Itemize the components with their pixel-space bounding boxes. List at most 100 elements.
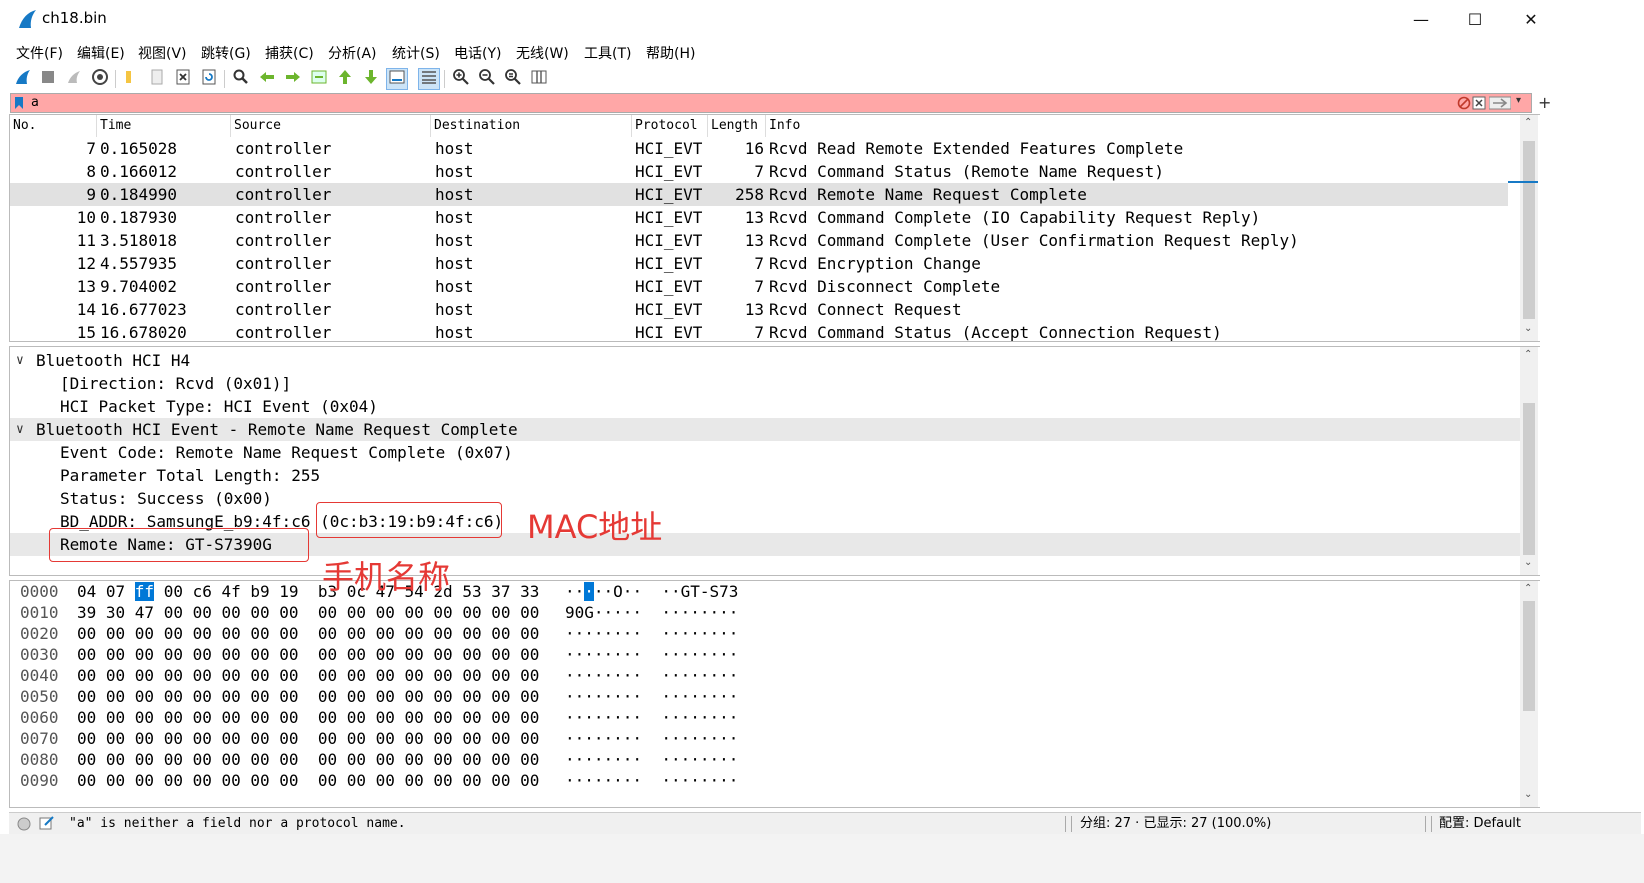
cell-source: controller — [235, 254, 332, 273]
arrow-right-icon — [284, 68, 302, 90]
start-capture-button[interactable] — [12, 68, 34, 90]
capture-options-button[interactable] — [89, 68, 111, 90]
tree-item[interactable]: ∨ Bluetooth HCI Event - Remote Name Reque… — [10, 418, 1538, 441]
menu-view[interactable]: 视图(V) — [138, 43, 187, 63]
menu-wireless[interactable]: 无线(W) — [516, 43, 569, 63]
zoom-out-icon — [478, 68, 496, 90]
zoom-out-button[interactable] — [476, 68, 498, 90]
scroll-thumb[interactable] — [1523, 601, 1535, 711]
table-row[interactable]: 8 0.166012 controller host HCI_EVT 7 Rcvd Comm… — [10, 160, 1508, 183]
tree-item[interactable]: [Direction: Rcvd (0x01)] — [10, 372, 1538, 395]
phone-name-annotation: 手机名称 — [322, 558, 451, 596]
col-source[interactable]: Source — [231, 115, 431, 137]
scroll-up-icon[interactable]: ⌃ — [1524, 349, 1532, 360]
scroll-thumb[interactable] — [1523, 403, 1535, 555]
close-file-button[interactable] — [172, 68, 194, 90]
minimize-button[interactable]: — — [1392, 0, 1450, 38]
first-packet-button[interactable] — [334, 68, 356, 90]
menu-analyze[interactable]: 分析(A) — [328, 43, 377, 63]
hex-ascii: ········ ········ — [565, 687, 739, 706]
menu-file[interactable]: 文件(F) — [16, 43, 63, 63]
save-file-button[interactable] — [146, 68, 168, 90]
hex-bytes: 00 00 00 00 00 00 00 00 00 00 00 00 00 0… — [77, 729, 540, 748]
resize-columns-button[interactable] — [528, 68, 550, 90]
tree-item-label: Status: Success (0x00) — [60, 489, 272, 508]
autoscroll-button[interactable] — [386, 68, 408, 90]
scroll-down-icon[interactable]: ⌄ — [1524, 557, 1532, 568]
cell-no: 11 — [76, 231, 96, 250]
col-info[interactable]: Info — [766, 115, 1508, 137]
table-row[interactable]: 15 16.678020 controller host HCI_EVT 7 Rcvd Co… — [10, 321, 1508, 342]
menu-tools[interactable]: 工具(T) — [584, 43, 631, 63]
last-packet-button[interactable] — [360, 68, 382, 90]
profile-label[interactable]: 配置: Default — [1439, 813, 1521, 835]
tree-item[interactable]: Parameter Total Length: 255 — [10, 464, 1538, 487]
packet-list-scrollbar[interactable]: ⌃ ⌄ — [1520, 115, 1538, 341]
col-destination[interactable]: Destination — [431, 115, 632, 137]
menu-help[interactable]: 帮助(H) — [646, 43, 695, 63]
cell-protocol: HCI_EVT — [635, 231, 703, 250]
cell-protocol: HCI_EVT — [635, 208, 703, 227]
menu-go[interactable]: 跳转(G) — [201, 43, 251, 63]
table-row[interactable]: 12 4.557935 controller host HCI_EVT 7 Rcvd Enc… — [10, 252, 1508, 275]
scroll-down-icon[interactable]: ⌄ — [1524, 789, 1532, 800]
menu-capture[interactable]: 捕获(C) — [265, 43, 314, 63]
bookmark-icon[interactable] — [14, 95, 24, 114]
menu-statistics[interactable]: 统计(S) — [392, 43, 440, 63]
zoom-in-button[interactable] — [450, 68, 472, 90]
cell-length: 258 — [735, 185, 764, 204]
tree-item[interactable]: Event Code: Remote Name Request Complete… — [10, 441, 1538, 464]
col-time[interactable]: Time — [97, 115, 231, 137]
scroll-up-icon[interactable]: ⌃ — [1524, 583, 1532, 594]
maximize-button[interactable]: ☐ — [1446, 0, 1504, 38]
menu-edit[interactable]: 编辑(E) — [77, 43, 125, 63]
colorize-button[interactable] — [418, 68, 440, 90]
chevron-down-icon[interactable]: ∨ — [16, 349, 24, 372]
arrow-left-icon — [258, 68, 276, 90]
cell-length: 7 — [754, 162, 764, 181]
table-row[interactable]: 9 0.184990 controller host HCI_EVT 258 Rcvd Re… — [10, 183, 1508, 206]
open-file-button[interactable] — [120, 68, 142, 90]
filter-dropdown-icon[interactable]: ▾ — [1516, 95, 1521, 106]
cell-info: Rcvd Command Status (Remote Name Request… — [769, 162, 1164, 181]
go-back-button[interactable] — [256, 68, 278, 90]
col-no[interactable]: No. — [10, 115, 97, 137]
menu-telephony[interactable]: 电话(Y) — [454, 43, 501, 63]
cell-info: Rcvd Remote Name Request Complete — [769, 185, 1087, 204]
table-row[interactable]: 11 3.518018 controller host HCI_EVT 13 Rcvd Co… — [10, 229, 1508, 252]
add-filter-button-icon[interactable]: + — [1538, 93, 1551, 112]
col-protocol[interactable]: Protocol — [632, 115, 708, 137]
gear-icon — [91, 68, 109, 90]
apply-filter-icon[interactable] — [1488, 95, 1512, 114]
tree-item[interactable]: ∨ Bluetooth HCI H4 — [10, 349, 1538, 372]
tree-item[interactable]: Status: Success (0x00) — [10, 487, 1538, 510]
bytes-scrollbar[interactable]: ⌃ ⌄ — [1520, 581, 1538, 807]
tree-item[interactable]: HCI Packet Type: HCI Event (0x04) — [10, 395, 1538, 418]
clear-filter-icon[interactable] — [1457, 95, 1471, 114]
go-to-packet-button[interactable] — [308, 68, 330, 90]
packet-list-minimap-marker — [1508, 181, 1538, 183]
table-row[interactable]: 13 9.704002 controller host HCI_EVT 7 Rcvd Dis… — [10, 275, 1508, 298]
stop-capture-button[interactable] — [37, 68, 59, 90]
zoom-normal-button[interactable] — [502, 68, 524, 90]
go-forward-button[interactable] — [282, 68, 304, 90]
restart-capture-button[interactable] — [63, 68, 85, 90]
cell-time: 16.678020 — [100, 323, 187, 342]
col-length[interactable]: Length — [708, 115, 766, 137]
find-packet-button[interactable] — [230, 68, 252, 90]
table-row[interactable]: 14 16.677023 controller host HCI_EVT 13 Rcvd C… — [10, 298, 1508, 321]
table-row[interactable]: 7 0.165028 controller host HCI_EVT 16 Rcvd Rea… — [10, 137, 1508, 160]
cell-protocol: HCI_EVT — [635, 323, 703, 342]
table-row[interactable]: 10 0.187930 controller host HCI_EVT 13 Rcvd Co… — [10, 206, 1508, 229]
clear-input-icon[interactable] — [1472, 95, 1486, 114]
scroll-up-icon[interactable]: ⌃ — [1524, 117, 1532, 128]
cell-destination: host — [435, 139, 474, 158]
details-scrollbar[interactable]: ⌃ ⌄ — [1520, 347, 1538, 575]
display-filter-input[interactable] — [31, 94, 1431, 112]
scroll-thumb[interactable] — [1523, 141, 1535, 319]
chevron-down-icon[interactable]: ∨ — [16, 418, 24, 441]
reload-icon — [200, 68, 218, 90]
scroll-down-icon[interactable]: ⌄ — [1524, 323, 1532, 334]
close-button[interactable]: ✕ — [1502, 0, 1560, 38]
reload-file-button[interactable] — [198, 68, 220, 90]
